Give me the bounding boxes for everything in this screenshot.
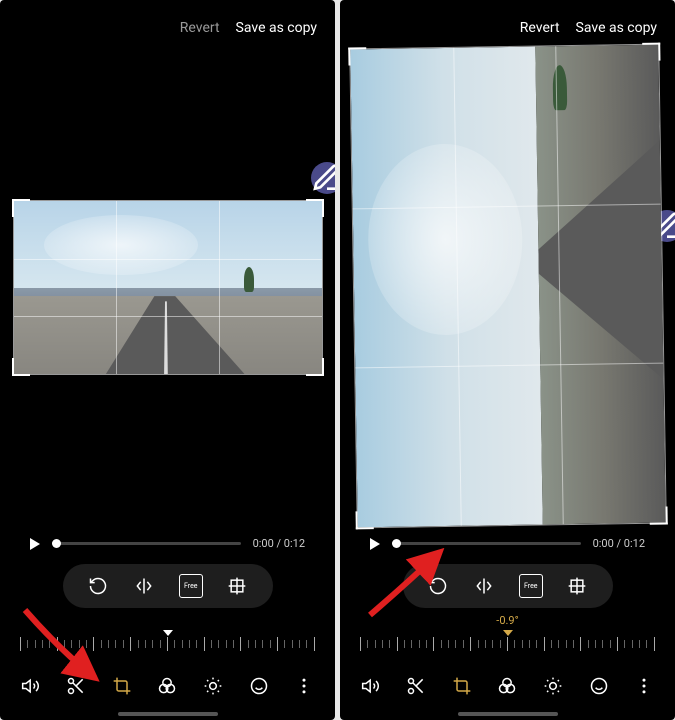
video-preview bbox=[350, 45, 665, 528]
audio-icon[interactable] bbox=[19, 674, 43, 698]
flip-icon[interactable] bbox=[472, 574, 496, 598]
stickers-icon[interactable] bbox=[247, 674, 271, 698]
crop-frame[interactable] bbox=[349, 44, 667, 529]
brightness-icon[interactable] bbox=[541, 674, 565, 698]
revert-button[interactable]: Revert bbox=[180, 20, 220, 36]
stickers-icon[interactable] bbox=[587, 674, 611, 698]
filters-icon[interactable] bbox=[495, 674, 519, 698]
preview-area bbox=[0, 46, 335, 529]
more-icon[interactable] bbox=[292, 674, 316, 698]
rotation-angle-label: -0.9° bbox=[340, 614, 675, 628]
play-button[interactable] bbox=[30, 538, 40, 550]
editor-screen-left: Revert Save as copy bbox=[0, 0, 335, 720]
timecode-label: 0:00 / 0:12 bbox=[253, 537, 305, 550]
more-icon[interactable] bbox=[632, 674, 656, 698]
crop-toolbar: Free bbox=[63, 564, 273, 608]
top-actions: Revert Save as copy bbox=[340, 10, 675, 46]
edit-badge-icon[interactable] bbox=[311, 162, 335, 194]
crop-toolbar: Free bbox=[403, 564, 613, 608]
crop-tab-icon[interactable] bbox=[450, 674, 474, 698]
home-indicator bbox=[118, 712, 218, 716]
bottom-nav bbox=[0, 664, 335, 712]
rotate-icon[interactable] bbox=[426, 574, 450, 598]
filters-icon[interactable] bbox=[155, 674, 179, 698]
aspect-ratio-button[interactable]: Free bbox=[179, 574, 203, 598]
rotate-icon[interactable] bbox=[86, 574, 110, 598]
video-preview bbox=[14, 201, 322, 374]
editor-screen-right: Revert Save as copy 0:00 / 0 bbox=[340, 0, 675, 720]
perspective-icon[interactable] bbox=[225, 574, 249, 598]
progress-slider[interactable] bbox=[52, 542, 241, 545]
bottom-nav bbox=[340, 664, 675, 712]
audio-icon[interactable] bbox=[359, 674, 383, 698]
rotation-ruler[interactable] bbox=[20, 632, 315, 656]
revert-button[interactable]: Revert bbox=[520, 20, 560, 36]
preview-area bbox=[340, 46, 675, 529]
play-button[interactable] bbox=[370, 538, 380, 550]
trim-icon[interactable] bbox=[64, 674, 88, 698]
rotation-ruler[interactable] bbox=[360, 632, 655, 656]
crop-frame[interactable] bbox=[13, 200, 323, 375]
playback-controls: 0:00 / 0:12 bbox=[0, 529, 335, 558]
rotation-angle-label bbox=[0, 614, 335, 628]
playback-controls: 0:00 / 0:12 bbox=[340, 529, 675, 558]
trim-icon[interactable] bbox=[404, 674, 428, 698]
aspect-ratio-button[interactable]: Free bbox=[519, 574, 543, 598]
home-indicator bbox=[458, 712, 558, 716]
top-actions: Revert Save as copy bbox=[0, 10, 335, 46]
crop-tab-icon[interactable] bbox=[110, 674, 134, 698]
save-as-copy-button[interactable]: Save as copy bbox=[576, 20, 657, 36]
progress-slider[interactable] bbox=[392, 542, 581, 545]
timecode-label: 0:00 / 0:12 bbox=[593, 537, 645, 550]
save-as-copy-button[interactable]: Save as copy bbox=[236, 20, 317, 36]
perspective-icon[interactable] bbox=[565, 574, 589, 598]
flip-icon[interactable] bbox=[132, 574, 156, 598]
brightness-icon[interactable] bbox=[201, 674, 225, 698]
